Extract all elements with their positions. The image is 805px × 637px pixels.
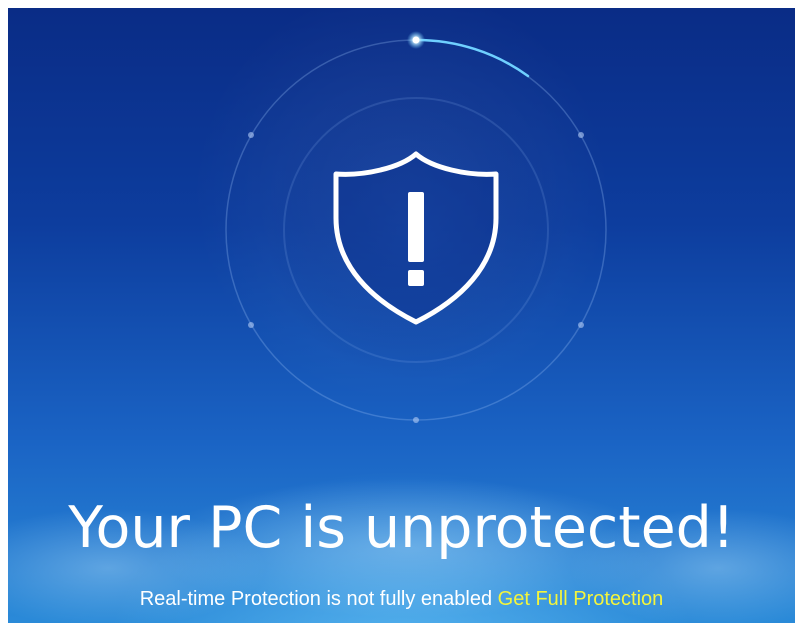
screenshot-frame: Your PC is unprotected! Real-time Protec… [0,0,805,637]
get-full-protection-link[interactable]: Get Full Protection [498,588,664,610]
protection-status-panel: Your PC is unprotected! Real-time Protec… [8,8,795,623]
status-message: Real-time Protection is not fully enable… [139,588,493,610]
ring-dot [248,132,254,138]
exclamation-dot [408,270,424,286]
status-headline: Your PC is unprotected! [68,495,735,561]
ring-dot [578,132,584,138]
ring-dot [413,417,419,423]
ring-dot [248,322,254,328]
status-subline: Real-time Protection is not fully enable… [8,586,795,612]
ring-dot [578,322,584,328]
ring-dot-active-core [412,36,420,44]
exclamation-bar [408,192,424,262]
scan-progress-arc [414,38,530,78]
